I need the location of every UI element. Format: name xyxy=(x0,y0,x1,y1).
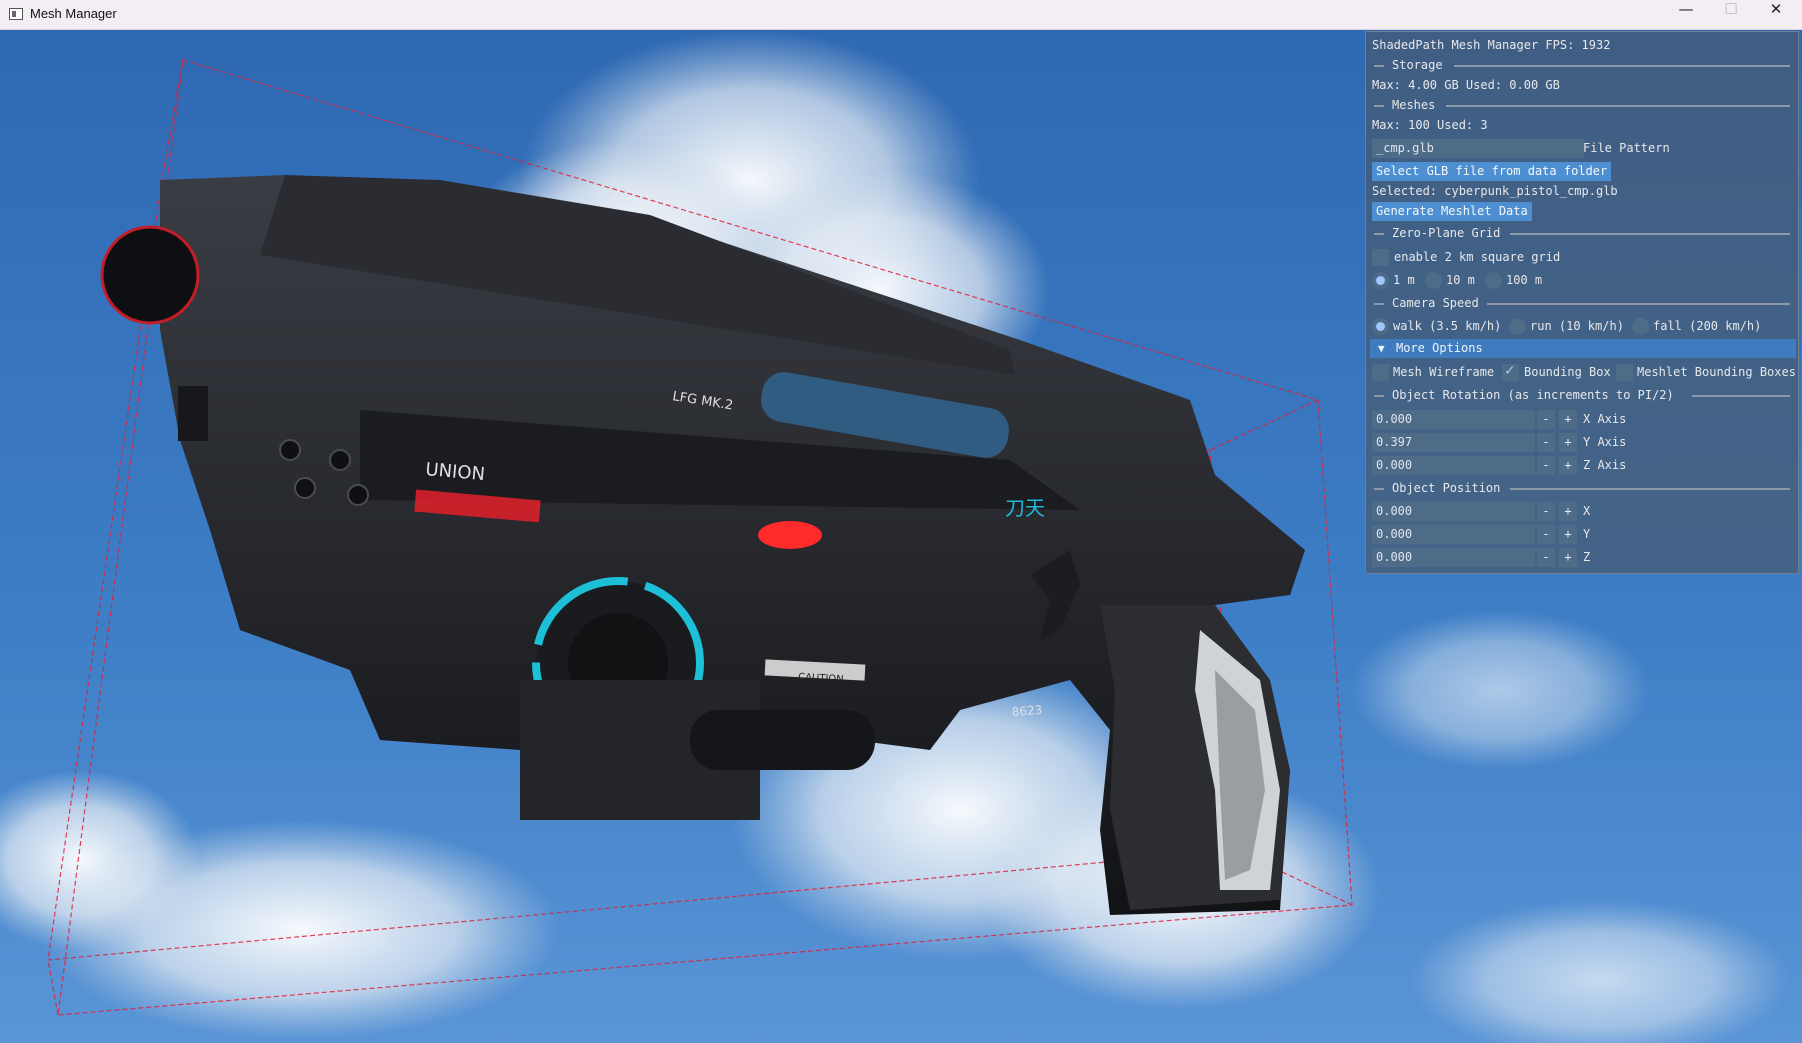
meshes-info: Max: 100 Used: 3 xyxy=(1372,118,1488,132)
storage-separator: Storage xyxy=(1372,55,1798,75)
enable-grid-label: enable 2 km square grid xyxy=(1394,250,1561,264)
mesh-wireframe-label: Mesh Wireframe xyxy=(1393,365,1495,379)
rotation-title: Object Rotation (as increments to PI/2) xyxy=(1392,388,1674,402)
app-icon xyxy=(9,8,23,20)
position-y-input[interactable]: 0.000 xyxy=(1372,525,1535,544)
rotation-x-input[interactable]: 0.000 xyxy=(1372,410,1535,429)
grid-1m-radio[interactable] xyxy=(1372,272,1389,289)
storage-title: Storage xyxy=(1392,58,1443,72)
speed-fall-radio[interactable] xyxy=(1632,318,1649,335)
grid-10m-label: 10 m xyxy=(1446,273,1475,287)
collapse-arrow-icon: ▼ xyxy=(1378,342,1385,355)
rotation-x-plus-button[interactable]: + xyxy=(1559,410,1577,429)
file-pattern-label: File Pattern xyxy=(1583,141,1670,155)
maximize-button[interactable]: ☐ xyxy=(1709,0,1753,29)
rotation-y-minus-button[interactable]: - xyxy=(1537,433,1555,452)
speed-run-radio[interactable] xyxy=(1509,318,1526,335)
position-y-minus-button[interactable]: - xyxy=(1537,525,1555,544)
selected-file-text: Selected: cyberpunk_pistol_cmp.glb xyxy=(1372,184,1618,198)
grid-separator: Zero-Plane Grid xyxy=(1372,223,1798,243)
enable-grid-checkbox[interactable] xyxy=(1372,249,1389,266)
more-options-header[interactable]: ▼ More Options xyxy=(1370,339,1796,358)
position-separator: Object Position xyxy=(1372,478,1798,498)
speed-walk-radio[interactable] xyxy=(1372,318,1389,335)
position-title: Object Position xyxy=(1392,481,1501,495)
grid-100m-label: 100 m xyxy=(1506,273,1543,287)
rotation-z-plus-button[interactable]: + xyxy=(1559,456,1577,475)
position-z-plus-button[interactable]: + xyxy=(1559,548,1577,567)
title-bar: Mesh Manager — ☐ ✕ xyxy=(0,0,1802,30)
bounding-box-checkbox[interactable] xyxy=(1502,363,1519,381)
mesh-wireframe-checkbox[interactable] xyxy=(1372,364,1389,381)
speed-run-label: run (10 km/h) xyxy=(1530,319,1624,333)
meshes-title: Meshes xyxy=(1392,98,1436,112)
speed-fall-label: fall (200 km/h) xyxy=(1653,319,1762,333)
grid-100m-radio[interactable] xyxy=(1485,272,1502,289)
position-y-label: Y xyxy=(1583,527,1591,541)
imgui-panel: ShadedPath Mesh Manager FPS: 1932 Storag… xyxy=(1365,31,1799,574)
rotation-z-label: Z Axis xyxy=(1583,458,1627,472)
bounding-box-label: Bounding Box xyxy=(1524,365,1611,379)
gun-label-glyph: 刀天 xyxy=(1005,496,1045,520)
minimize-button[interactable]: — xyxy=(1664,0,1708,29)
rotation-y-input[interactable]: 0.397 xyxy=(1372,433,1535,452)
speed-walk-label: walk (3.5 km/h) xyxy=(1393,319,1502,333)
meshlet-bounding-boxes-checkbox[interactable] xyxy=(1616,364,1633,381)
grid-1m-label: 1 m xyxy=(1393,273,1415,287)
select-glb-button[interactable]: Select GLB file from data folder xyxy=(1372,162,1612,181)
rotation-y-plus-button[interactable]: + xyxy=(1559,433,1577,452)
position-x-label: X xyxy=(1583,504,1591,518)
grid-10m-radio[interactable] xyxy=(1425,272,1442,289)
rotation-z-minus-button[interactable]: - xyxy=(1537,456,1555,475)
storage-info: Max: 4.00 GB Used: 0.00 GB xyxy=(1372,78,1560,92)
rotation-x-label: X Axis xyxy=(1583,412,1627,426)
camera-title: Camera Speed xyxy=(1392,296,1479,310)
rotation-separator: Object Rotation (as increments to PI/2) xyxy=(1372,385,1798,405)
position-x-input[interactable]: 0.000 xyxy=(1372,502,1535,521)
meshes-separator: Meshes xyxy=(1372,95,1798,115)
more-options-label: More Options xyxy=(1396,341,1483,355)
rotation-z-input[interactable]: 0.000 xyxy=(1372,456,1535,475)
position-x-plus-button[interactable]: + xyxy=(1559,502,1577,521)
position-y-plus-button[interactable]: + xyxy=(1559,525,1577,544)
position-z-input[interactable]: 0.000 xyxy=(1372,548,1535,567)
position-x-minus-button[interactable]: - xyxy=(1537,502,1555,521)
meshlet-bounding-boxes-label: Meshlet Bounding Boxes xyxy=(1637,365,1796,379)
camera-separator: Camera Speed xyxy=(1372,293,1798,313)
rotation-x-minus-button[interactable]: - xyxy=(1537,410,1555,429)
generate-meshlet-button[interactable]: Generate Meshlet Data xyxy=(1372,202,1532,221)
file-pattern-input[interactable]: _cmp.glb xyxy=(1372,139,1584,158)
grid-title: Zero-Plane Grid xyxy=(1392,226,1501,240)
position-z-label: Z xyxy=(1583,550,1591,564)
rotation-y-label: Y Axis xyxy=(1583,435,1627,449)
close-button[interactable]: ✕ xyxy=(1754,0,1798,29)
gun-label-serial: 8623 xyxy=(1011,703,1042,719)
window-title: Mesh Manager xyxy=(30,6,117,21)
position-z-minus-button[interactable]: - xyxy=(1537,548,1555,567)
panel-header: ShadedPath Mesh Manager FPS: 1932 xyxy=(1372,38,1611,52)
